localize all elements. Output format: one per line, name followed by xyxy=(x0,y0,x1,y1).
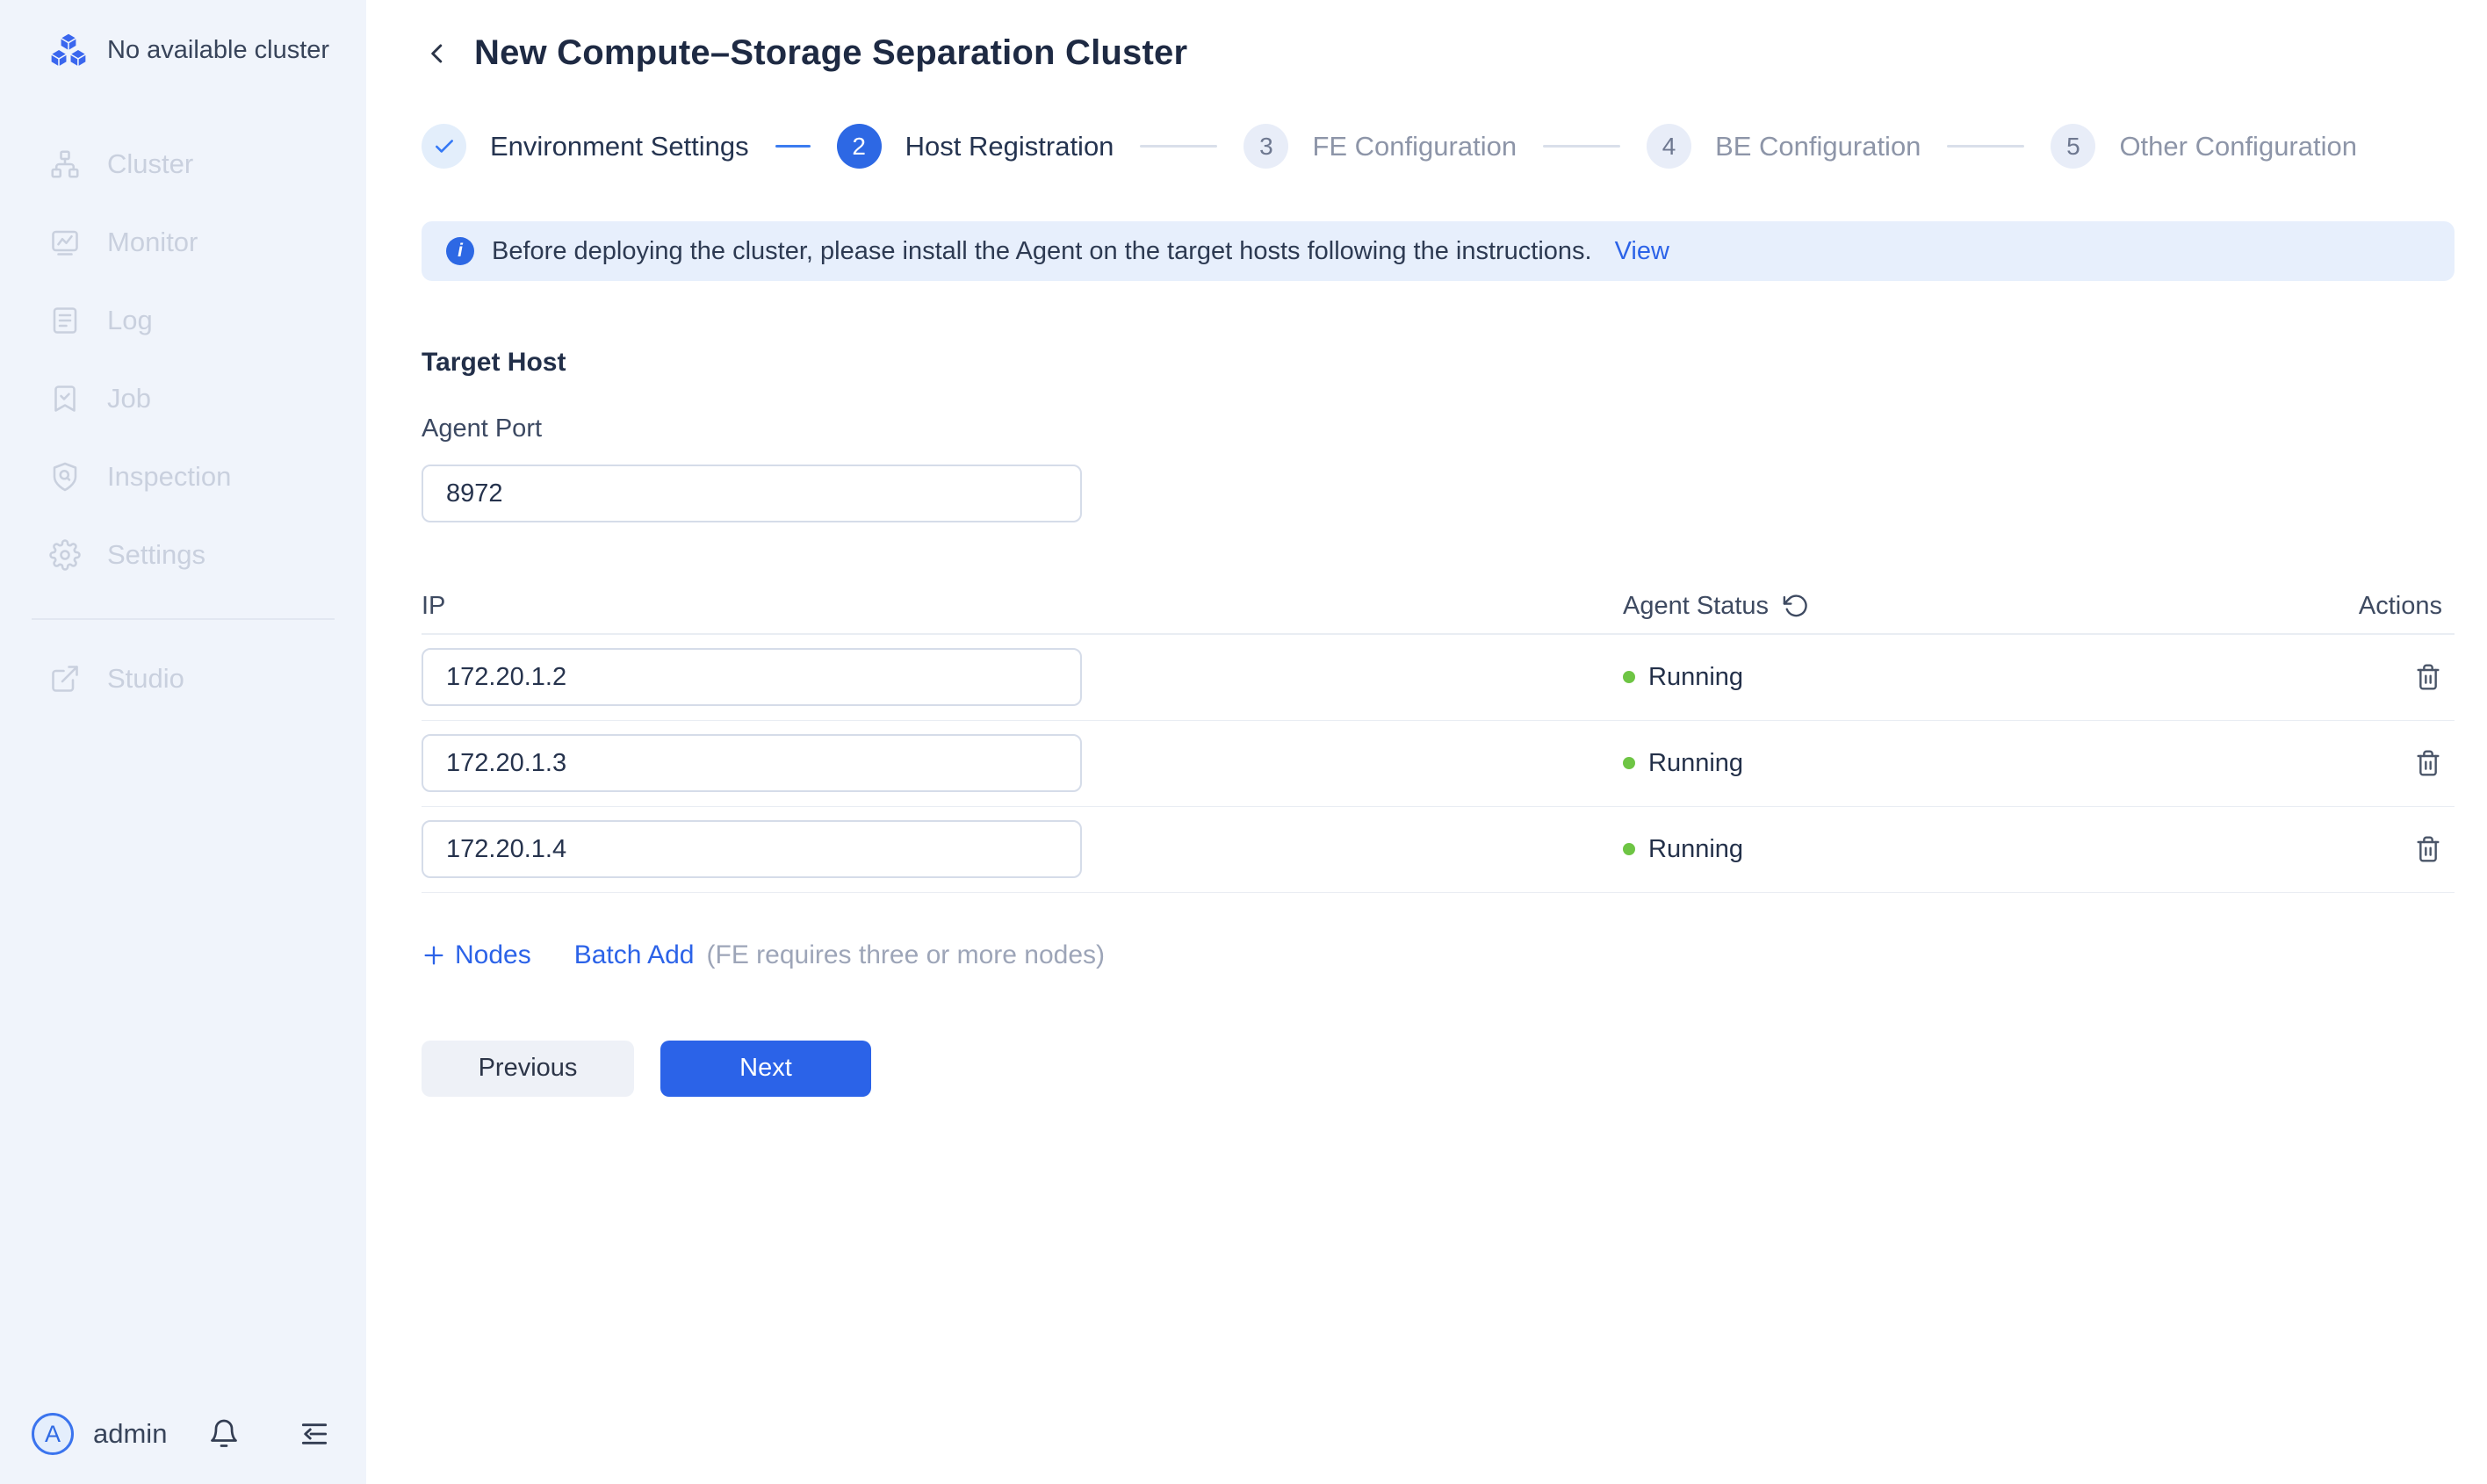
sidebar: No available cluster Cluster xyxy=(0,0,366,1484)
column-header-ip: IP xyxy=(422,592,1623,621)
table-row: Running xyxy=(422,635,2455,721)
app-logo-icon xyxy=(49,32,88,68)
step-number: 3 xyxy=(1244,124,1288,169)
wizard-stepper: Environment Settings 2 Host Registration… xyxy=(422,124,2455,169)
step-connector xyxy=(1947,145,2024,148)
step-connector xyxy=(1140,145,1217,148)
refresh-status-icon[interactable] xyxy=(1783,593,1809,619)
column-header-actions: Actions xyxy=(2340,592,2455,621)
step-label: Host Registration xyxy=(905,131,1114,162)
status-badge: Running xyxy=(1648,749,1743,778)
sidebar-item-inspection[interactable]: Inspection xyxy=(0,437,366,515)
info-icon: i xyxy=(446,237,474,265)
notifications-button[interactable] xyxy=(208,1418,240,1450)
avatar[interactable]: A xyxy=(32,1413,74,1455)
view-instructions-link[interactable]: View xyxy=(1615,237,1669,266)
status-dot-running xyxy=(1623,671,1635,683)
sidebar-item-label: Monitor xyxy=(107,227,198,258)
step-other-configuration: 5 Other Configuration xyxy=(2051,124,2357,169)
external-link-icon xyxy=(49,663,81,695)
sidebar-item-label: Settings xyxy=(107,539,205,571)
page-header: New Compute–Storage Separation Cluster xyxy=(422,33,2455,73)
sidebar-item-log[interactable]: Log xyxy=(0,281,366,359)
sidebar-item-settings[interactable]: Settings xyxy=(0,515,366,594)
delete-host-button[interactable] xyxy=(2414,749,2442,777)
step-label: BE Configuration xyxy=(1715,131,1921,162)
batch-add-button[interactable]: Batch Add xyxy=(574,940,695,970)
host-ip-input[interactable] xyxy=(422,648,1082,706)
banner-text: Before deploying the cluster, please ins… xyxy=(492,237,1592,266)
cluster-selector[interactable]: No available cluster xyxy=(0,0,366,68)
delete-host-button[interactable] xyxy=(2414,663,2442,691)
sidebar-item-cluster[interactable]: Cluster xyxy=(0,125,366,203)
step-number: 2 xyxy=(837,124,882,169)
host-ip-input[interactable] xyxy=(422,734,1082,792)
next-button[interactable]: Next xyxy=(660,1041,871,1097)
step-connector xyxy=(1543,145,1620,148)
plus-icon xyxy=(422,943,446,968)
agent-port-label: Agent Port xyxy=(422,414,2455,443)
sidebar-item-monitor[interactable]: Monitor xyxy=(0,203,366,281)
sidebar-item-studio[interactable]: Studio xyxy=(0,639,366,717)
sidebar-item-label: Job xyxy=(107,383,151,414)
step-connector xyxy=(775,145,811,148)
step-label: Environment Settings xyxy=(490,131,749,162)
sidebar-item-label: Cluster xyxy=(107,148,193,180)
column-header-agent-status: Agent Status xyxy=(1623,592,1769,621)
job-icon xyxy=(49,383,81,414)
table-row: Running xyxy=(422,721,2455,807)
host-table: IP Agent Status Actions Running xyxy=(422,579,2455,893)
log-icon xyxy=(49,305,81,336)
page-title: New Compute–Storage Separation Cluster xyxy=(474,33,1187,73)
back-button[interactable] xyxy=(422,38,453,69)
delete-host-button[interactable] xyxy=(2414,835,2442,863)
host-ip-input[interactable] xyxy=(422,820,1082,878)
step-be-configuration: 4 BE Configuration xyxy=(1647,124,1921,169)
step-host-registration[interactable]: 2 Host Registration xyxy=(837,124,1114,169)
table-row: Running xyxy=(422,807,2455,893)
username-label: admin xyxy=(93,1418,167,1450)
sidebar-item-label: Log xyxy=(107,305,153,336)
nodes-actions-row: Nodes Batch Add (FE requires three or mo… xyxy=(422,940,2455,970)
inspection-icon xyxy=(49,461,81,493)
status-badge: Running xyxy=(1648,663,1743,692)
status-dot-running xyxy=(1623,843,1635,855)
wizard-buttons: Previous Next xyxy=(422,1041,2455,1097)
previous-button[interactable]: Previous xyxy=(422,1041,634,1097)
sidebar-item-job[interactable]: Job xyxy=(0,359,366,437)
monitor-icon xyxy=(49,227,81,258)
sidebar-nav: Cluster Monitor Log xyxy=(0,125,366,717)
agent-port-input[interactable] xyxy=(422,465,1082,522)
status-dot-running xyxy=(1623,757,1635,769)
add-nodes-button[interactable]: Nodes xyxy=(422,940,531,970)
cluster-status-label: No available cluster xyxy=(107,36,329,65)
step-number: 4 xyxy=(1647,124,1691,169)
sidebar-item-label: Studio xyxy=(107,663,184,695)
step-label: FE Configuration xyxy=(1312,131,1517,162)
fe-nodes-note: (FE requires three or more nodes) xyxy=(707,940,1106,970)
info-banner: i Before deploying the cluster, please i… xyxy=(422,221,2455,281)
cluster-icon xyxy=(49,148,81,180)
step-label: Other Configuration xyxy=(2119,131,2357,162)
gear-icon xyxy=(49,539,81,571)
status-badge: Running xyxy=(1648,835,1743,864)
sidebar-item-label: Inspection xyxy=(107,461,231,493)
main-content: New Compute–Storage Separation Cluster E… xyxy=(366,0,2487,1484)
step-fe-configuration: 3 FE Configuration xyxy=(1244,124,1517,169)
section-title: Target Host xyxy=(422,348,2455,378)
collapse-sidebar-button[interactable] xyxy=(298,1417,331,1451)
check-icon xyxy=(422,124,466,169)
table-header: IP Agent Status Actions xyxy=(422,579,2455,633)
step-number: 5 xyxy=(2051,124,2095,169)
add-nodes-label: Nodes xyxy=(455,940,531,970)
sidebar-divider xyxy=(32,618,335,620)
sidebar-footer: A admin xyxy=(0,1393,366,1484)
step-environment-settings[interactable]: Environment Settings xyxy=(422,124,749,169)
